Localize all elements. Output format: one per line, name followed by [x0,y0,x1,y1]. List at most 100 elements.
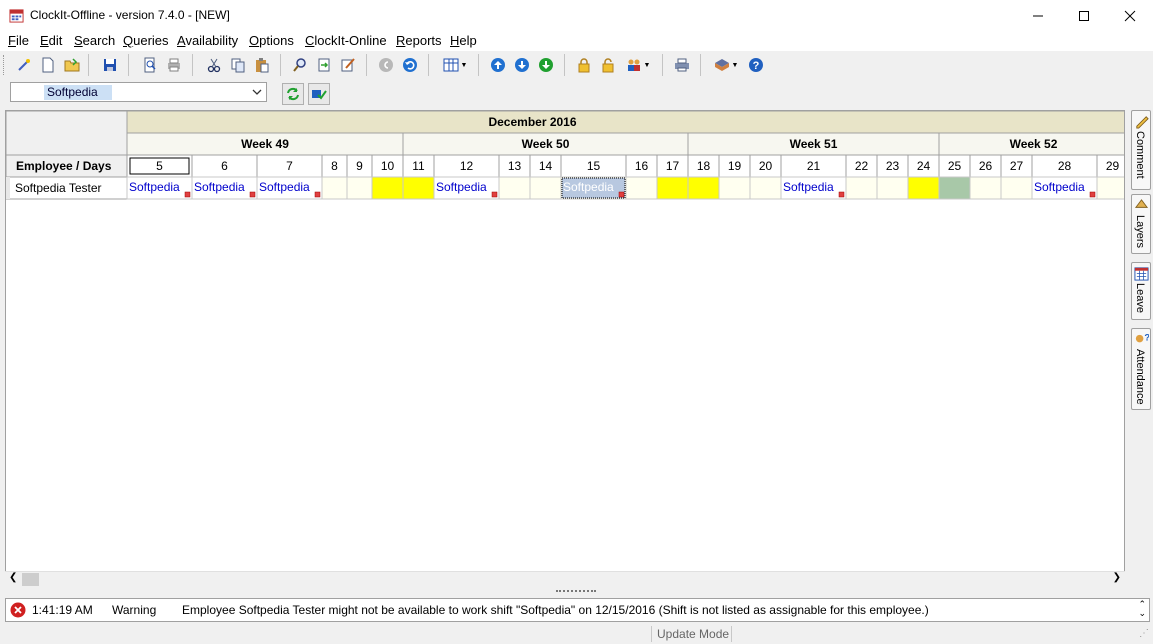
schedule-cell[interactable] [1096,176,1124,200]
undo-icon [403,58,417,72]
printer-button[interactable] [672,55,692,75]
lock-button[interactable] [574,55,594,75]
schedule-cell[interactable] [529,176,562,200]
schedule-cell[interactable] [656,176,689,200]
minimize-button[interactable] [1015,0,1061,31]
menu-queries[interactable]: Queries [123,33,169,48]
schedule-cell[interactable] [718,176,751,200]
grid-view-button[interactable]: ▼ [440,55,470,75]
horizontal-scrollbar[interactable]: ❮ ❯ [5,571,1125,587]
edit-button[interactable] [338,55,358,75]
print-preview-button[interactable] [140,55,160,75]
schedule-cell[interactable] [1000,176,1033,200]
shift-label: Softpedia [783,180,834,194]
back-icon [379,58,393,72]
schedule-cell[interactable] [371,176,404,200]
undo-button[interactable] [400,55,420,75]
maximize-button[interactable] [1061,0,1107,31]
close-button[interactable] [1107,0,1153,31]
wizard-button[interactable] [14,55,34,75]
find-button[interactable] [290,55,310,75]
schedule-cell[interactable] [876,176,909,200]
new-button[interactable] [38,55,58,75]
schedule-cell[interactable] [321,176,348,200]
save-icon [104,59,116,71]
tag-button[interactable]: ▼ [710,55,742,75]
menu-file[interactable]: File [8,33,29,48]
toolbar-grip[interactable] [3,55,7,75]
menu-edit[interactable]: Edit [40,33,62,48]
week-label: Week 52 [1010,137,1058,151]
tab-layers[interactable]: Layers [1131,194,1151,254]
day-number: 29 [1106,159,1120,173]
people-button[interactable]: ▼ [622,55,654,75]
shift-label: Softpedia [563,180,614,194]
wizard-icon [18,59,30,71]
apply-filter-button[interactable] [308,83,330,105]
panel-splitter[interactable] [5,587,1125,597]
minimize-icon [1033,15,1043,16]
unlock-button[interactable] [598,55,618,75]
day-number: 12 [460,159,474,173]
schedule-cell[interactable] [402,176,435,200]
chevron-down-icon[interactable] [251,86,263,98]
title-bar: ClockIt-Offline - version 7.4.0 - [NEW] [0,0,1153,31]
refresh-icon [287,87,299,101]
conflict-marker-icon [618,191,625,198]
shift-label: Softpedia [1034,180,1085,194]
schedule-grid[interactable]: December 2016 Week 49 Week 50 Week 51 Week 5… [5,110,1125,586]
copy-button[interactable] [228,55,248,75]
tab-comment[interactable]: Comment [1131,110,1151,190]
tab-attendance[interactable]: ? Attendance [1131,328,1151,410]
app-icon [9,9,24,23]
maximize-icon [1079,10,1089,21]
schedule-grid-canvas: December 2016 Week 49 Week 50 Week 51 Week 5… [6,111,1124,200]
schedule-cell[interactable] [346,176,373,200]
up-icon [491,58,505,72]
download-button[interactable] [536,55,556,75]
printer-icon [675,58,689,72]
menu-help[interactable]: Help [450,33,477,48]
replace-button[interactable] [314,55,334,75]
day-number: 19 [728,159,742,173]
row-header-label: Employee / Days [16,159,112,173]
resize-grip[interactable]: ⋰ [1139,628,1149,639]
schedule-cell[interactable] [687,176,720,200]
menu-availability[interactable]: Availability [177,33,238,48]
schedule-cell[interactable] [845,176,878,200]
move-up-button[interactable] [488,55,508,75]
open-button[interactable] [62,55,82,75]
save-button[interactable] [100,55,120,75]
tab-leave[interactable]: Leave [1131,262,1151,320]
message-text: Employee Softpedia Tester might not be a… [182,603,929,617]
day-number: 21 [807,159,821,173]
print-preview-icon [144,57,156,73]
schedule-cell[interactable] [625,176,658,200]
menu-search[interactable]: Search [74,33,115,48]
help-button[interactable]: ? [746,55,766,75]
menu-options[interactable]: Options [249,33,294,48]
scroll-right-icon[interactable]: ❯ [1113,572,1121,583]
move-down-button[interactable] [512,55,532,75]
comment-icon [1136,116,1149,129]
print-button[interactable] [164,55,184,75]
shift-filter-select[interactable]: Softpedia [10,82,267,102]
menu-clockit-online[interactable]: ClockIt-Online [305,33,387,48]
scroll-left-icon[interactable]: ❮ [9,572,17,583]
paste-button[interactable] [252,55,272,75]
copy-icon [231,58,245,73]
schedule-cell[interactable] [749,176,782,200]
menu-reports[interactable]: Reports [396,33,442,48]
schedule-cell[interactable] [969,176,1002,200]
scroll-thumb[interactable] [22,573,39,586]
back-button[interactable] [376,55,396,75]
refresh-button[interactable] [282,83,304,105]
schedule-cell[interactable] [938,176,971,200]
schedule-cell[interactable] [498,176,531,200]
cut-button[interactable] [204,55,224,75]
day-number: 25 [948,159,962,173]
tag-icon [714,59,729,71]
message-level: Warning [112,603,157,617]
status-bar: Update Mode ⋰ [0,624,1153,644]
schedule-cell[interactable] [907,176,940,200]
